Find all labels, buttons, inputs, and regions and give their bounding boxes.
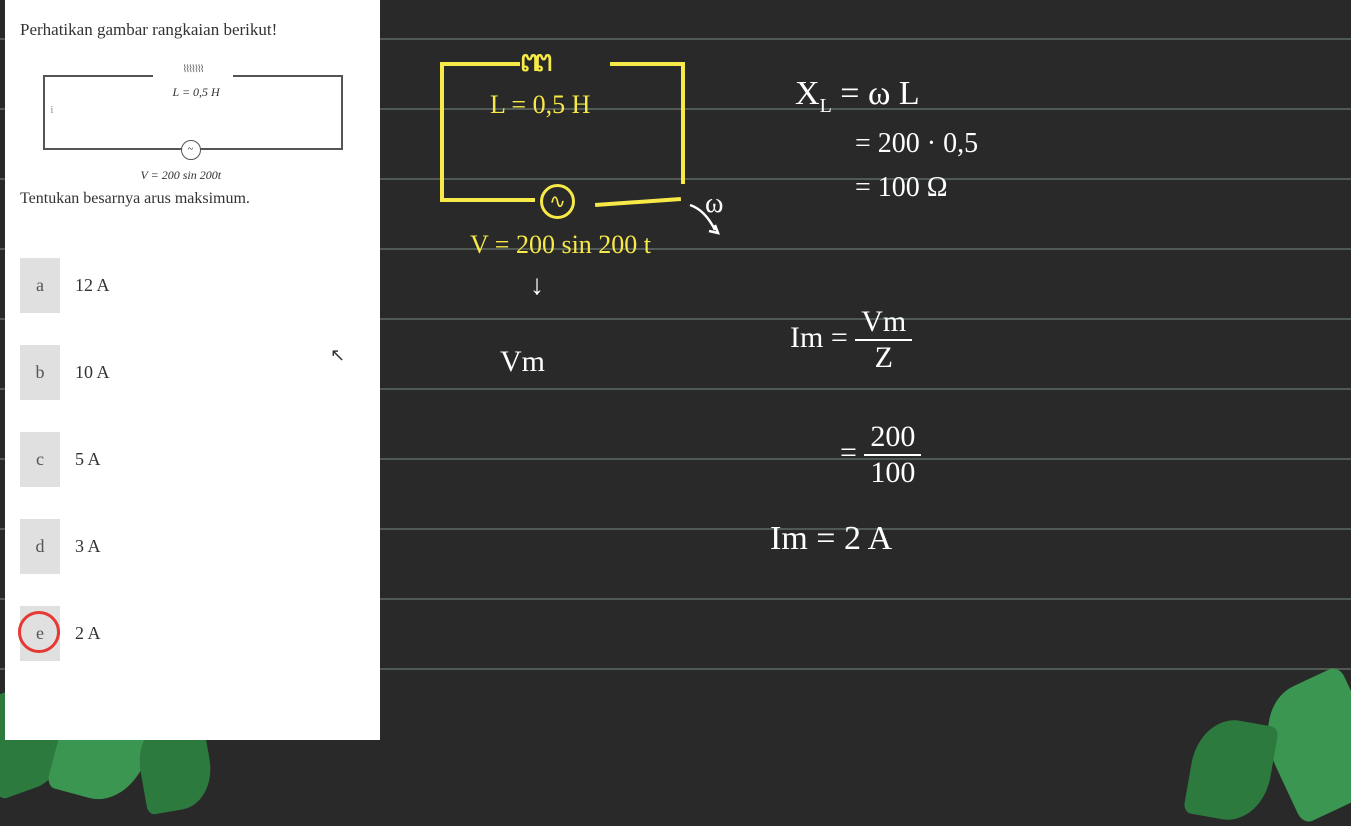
hw-im-frac-num: Vm (855, 305, 912, 341)
voltage-label: V = 200 sin 200t (141, 168, 222, 183)
option-d[interactable]: d 3 A (20, 519, 365, 574)
option-letter: e (20, 606, 60, 661)
hw-im-frac-den: Z (869, 341, 899, 375)
current-indicator: i (51, 105, 54, 116)
hw-im-calc-den: 100 (864, 456, 921, 490)
option-text: 3 A (75, 536, 101, 557)
hw-im-calc: = 200 100 (840, 420, 921, 490)
hw-inductor-value: L = 0,5 H (490, 90, 590, 120)
drawn-inductor-icon: ຕຕ (520, 44, 549, 79)
option-a[interactable]: a 12 A (20, 258, 365, 313)
option-b[interactable]: b 10 A (20, 345, 365, 400)
inductor-label: L = 0,5 H (173, 85, 220, 100)
option-c[interactable]: c 5 A (20, 432, 365, 487)
option-letter: d (20, 519, 60, 574)
option-text: 2 A (75, 623, 101, 644)
hw-im-eq-text: Im = (790, 321, 848, 354)
answer-options: a 12 A b 10 A c 5 A d 3 A e 2 A (20, 258, 365, 661)
hw-xl-calc: = 200 · 0,5 (855, 128, 978, 160)
selection-circle-icon (18, 611, 60, 653)
option-e[interactable]: e 2 A (20, 606, 365, 661)
option-text: 12 A (75, 275, 110, 296)
drawn-source-icon: ∿ (540, 184, 575, 219)
option-letter: c (20, 432, 60, 487)
hw-im-calc-eq: = (840, 436, 857, 469)
hw-im-equation: Im = Vm Z (790, 305, 912, 375)
mouse-cursor-icon: ↖ (330, 345, 345, 366)
option-letter: a (20, 258, 60, 313)
arrow-icon (685, 200, 725, 235)
hw-im-result: Im = 2 A (770, 520, 892, 558)
drawn-circuit: ຕຕ ∿ (440, 62, 685, 202)
hw-xl-result: = 100 Ω (855, 172, 948, 204)
option-text: 5 A (75, 449, 101, 470)
hw-im-calc-num: 200 (864, 420, 921, 456)
hw-vm-arrow: ↓ (530, 270, 544, 302)
question-panel: Perhatikan gambar rangkaian berikut! ⌇⌇⌇… (5, 0, 380, 740)
ac-source-icon: ~ (181, 140, 201, 160)
option-letter: b (20, 345, 60, 400)
question-instruction: Tentukan besarnya arus maksimum. (20, 190, 365, 208)
question-title: Perhatikan gambar rangkaian berikut! (20, 20, 365, 40)
circuit-diagram: ⌇⌇⌇⌇⌇⌇⌇ L = 0,5 H ~ V = 200 sin 200t i (33, 50, 353, 160)
hw-voltage-eq: V = 200 sin 200 t (470, 230, 651, 260)
hw-vm-label: Vm (500, 345, 545, 379)
hw-xl-equation: XL = ω L (795, 75, 920, 118)
option-text: 10 A (75, 362, 110, 383)
inductor-icon: ⌇⌇⌇⌇⌇⌇⌇ (153, 64, 233, 84)
